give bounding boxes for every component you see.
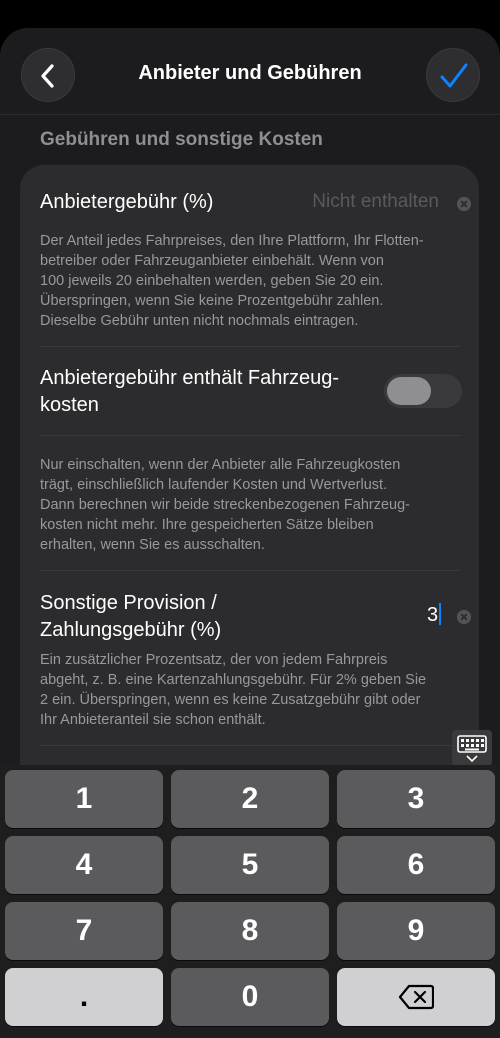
key-3[interactable]: 3 bbox=[337, 770, 495, 828]
checkmark-icon bbox=[440, 63, 468, 88]
clear-other-commission-icon[interactable] bbox=[457, 610, 471, 624]
provider-fee-label: Anbietergebühr (%) bbox=[40, 191, 214, 213]
divider bbox=[40, 435, 460, 436]
other-commission-label: Sonstige Provision / Zahlungsgebühr (%) bbox=[40, 592, 222, 641]
backspace-key[interactable] bbox=[337, 968, 495, 1026]
key-7[interactable]: 7 bbox=[5, 902, 163, 960]
header-divider bbox=[0, 114, 500, 115]
numeric-keyboard: 1 2 3 4 5 6 7 8 9 . 0 bbox=[0, 765, 500, 1038]
confirm-button[interactable] bbox=[426, 48, 480, 102]
divider bbox=[40, 346, 460, 347]
includes-vehicle-costs-toggle[interactable] bbox=[384, 374, 462, 408]
clear-provider-fee-icon[interactable] bbox=[457, 197, 471, 211]
key-4[interactable]: 4 bbox=[5, 836, 163, 894]
includes-vehicle-costs-label: Anbietergebühr enthält Fahrzeug- kosten bbox=[40, 367, 340, 416]
key-decimal[interactable]: . bbox=[5, 968, 163, 1026]
key-0[interactable]: 0 bbox=[171, 968, 329, 1026]
toggle-knob bbox=[387, 377, 431, 405]
divider bbox=[40, 570, 460, 571]
backspace-icon bbox=[398, 984, 435, 1010]
key-6[interactable]: 6 bbox=[337, 836, 495, 894]
key-2[interactable]: 2 bbox=[171, 770, 329, 828]
key-8[interactable]: 8 bbox=[171, 902, 329, 960]
key-5[interactable]: 5 bbox=[171, 836, 329, 894]
section-title: Gebühren und sonstige Kosten bbox=[40, 129, 323, 150]
divider bbox=[40, 745, 460, 746]
other-commission-input[interactable]: 3 bbox=[427, 603, 442, 627]
page-title: Anbieter und Gebühren bbox=[138, 62, 362, 84]
key-9[interactable]: 9 bbox=[337, 902, 495, 960]
keyboard-dismiss-button[interactable] bbox=[452, 730, 492, 766]
provider-fee-description: Der Anteil jedes Fahrpreises, den Ihre P… bbox=[40, 233, 424, 329]
text-caret bbox=[439, 603, 442, 625]
other-commission-description: Ein zusätzlicher Prozentsatz, der von je… bbox=[40, 652, 427, 728]
provider-fee-input[interactable]: Nicht enthalten bbox=[312, 191, 439, 213]
key-1[interactable]: 1 bbox=[5, 770, 163, 828]
keyboard-dismiss-icon bbox=[457, 735, 487, 763]
vehicle-costs-description: Nur einschalten, wenn der Anbieter alle … bbox=[40, 457, 410, 553]
header: Anbieter und Gebühren bbox=[0, 28, 500, 116]
